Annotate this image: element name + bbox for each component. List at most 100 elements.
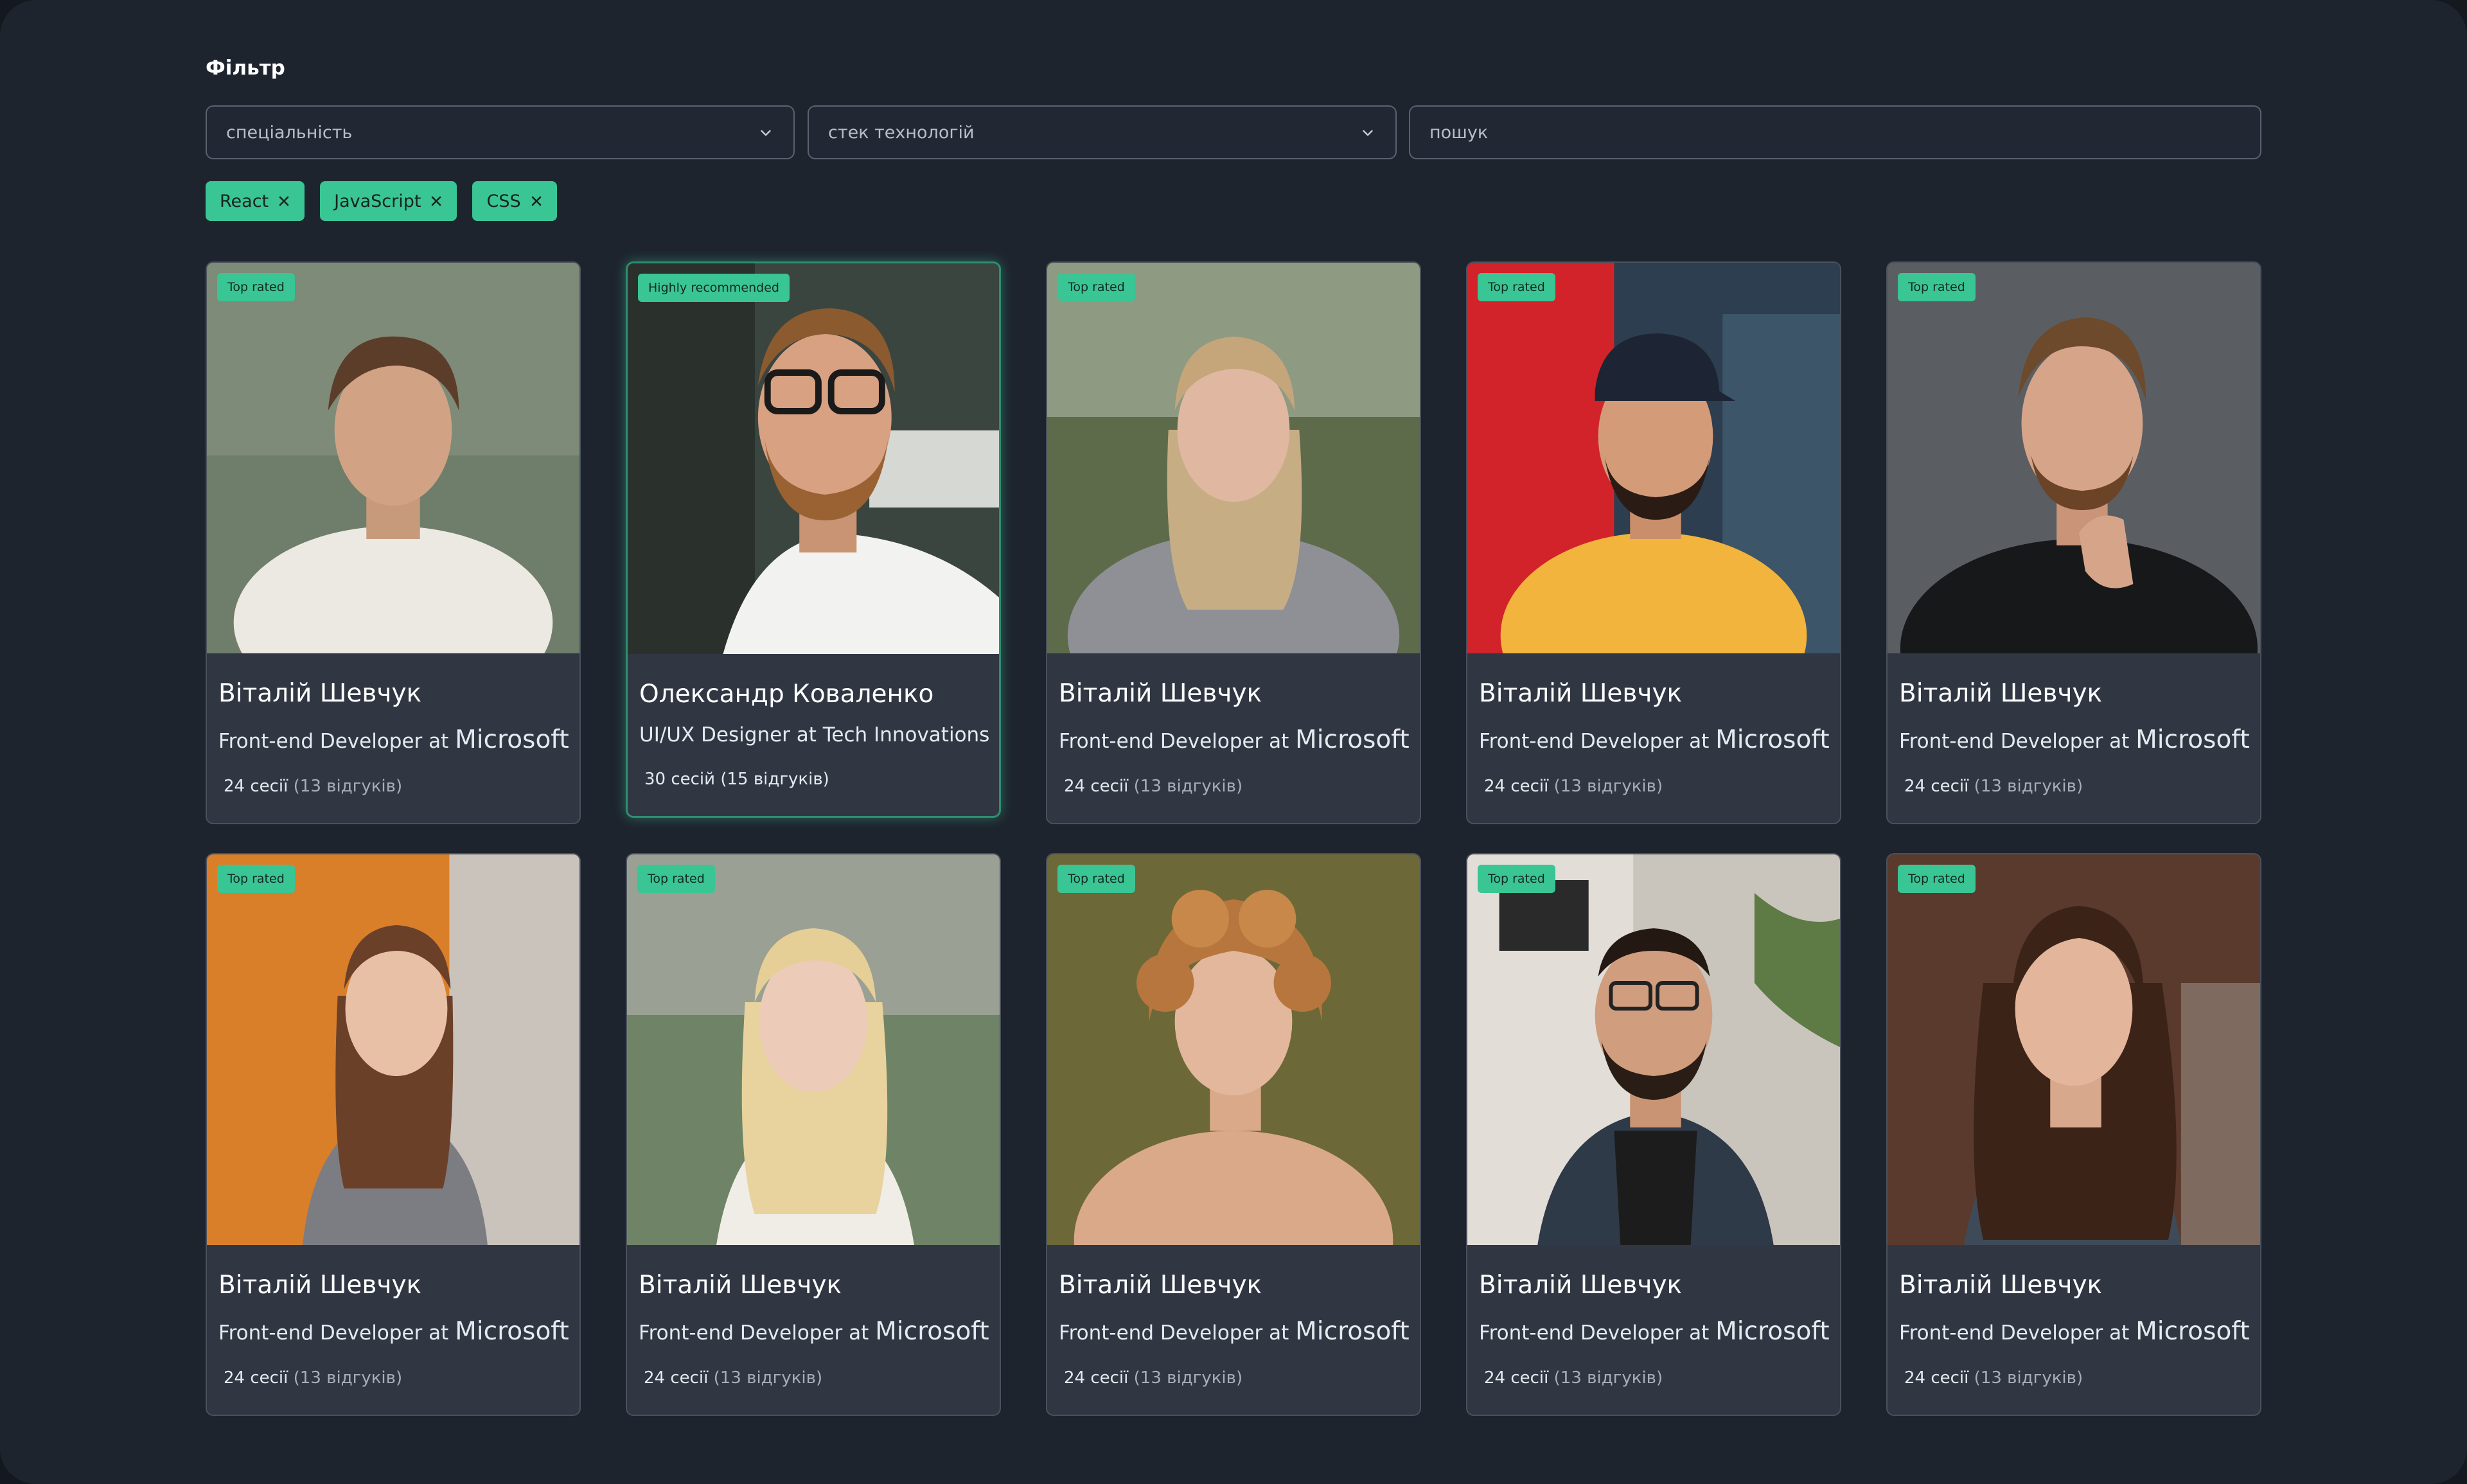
sessions-count: 24 сесії bbox=[1484, 777, 1549, 796]
tech-stack-select[interactable]: стек технологій bbox=[808, 105, 1397, 159]
mentor-card-highlighted[interactable]: Highly recommended Олександр Коваленко U… bbox=[626, 261, 1001, 818]
mentor-role: Front-end Developer at Microsoft bbox=[1479, 1317, 1830, 1346]
mentor-name: Віталій Шевчук bbox=[1479, 1271, 1683, 1300]
mentor-card[interactable]: Top rated Віталій Шевчук Front-end Devel… bbox=[1466, 853, 1841, 1416]
mentor-role-text: Front-end Developer at bbox=[1479, 1321, 1710, 1345]
rating-badge: Top rated bbox=[1898, 865, 1976, 893]
reviews-count: (13 відгуків) bbox=[1553, 1368, 1663, 1388]
close-icon[interactable] bbox=[430, 195, 443, 208]
tag-css[interactable]: CSS bbox=[472, 181, 557, 221]
tag-react[interactable]: React bbox=[206, 181, 305, 221]
chevron-down-icon bbox=[1359, 125, 1376, 141]
mentor-card[interactable]: Top rated Віталій Шевчук Front-end Devel… bbox=[1886, 261, 2261, 824]
mentor-role: Front-end Developer at Microsoft bbox=[1899, 1317, 2250, 1346]
mentor-sessions: 24 сесії (13 відгуків) bbox=[644, 1368, 822, 1388]
mentor-role-text: Front-end Developer at bbox=[1059, 730, 1289, 753]
mentor-sessions: 24 сесії (13 відгуків) bbox=[1904, 777, 2083, 796]
mentor-name: Олександр Коваленко bbox=[639, 680, 934, 709]
mentor-name: Віталій Шевчук bbox=[218, 1271, 422, 1300]
mentor-grid: Top rated Віталій Шевчук Front-end Devel… bbox=[206, 261, 2261, 1416]
mentor-photo bbox=[207, 854, 579, 1245]
mentor-company: Microsoft bbox=[1295, 725, 1410, 754]
reviews-count: (15 відгуків) bbox=[720, 770, 829, 789]
mentor-sessions: 24 сесії (13 відгуків) bbox=[1484, 1368, 1663, 1388]
mentor-card[interactable]: Top rated Віталій Шевчук Front-end Devel… bbox=[206, 261, 581, 824]
rating-badge: Top rated bbox=[1057, 865, 1135, 893]
reviews-count: (13 відгуків) bbox=[1133, 1368, 1243, 1388]
mentor-role: Front-end Developer at Microsoft bbox=[1059, 1317, 1410, 1346]
mentor-sessions: 24 сесії (13 відгуків) bbox=[224, 1368, 402, 1388]
mentor-role-text: Front-end Developer at bbox=[639, 1321, 869, 1345]
reviews-count: (13 відгуків) bbox=[1133, 777, 1243, 796]
mentor-sessions: 30 сесій (15 відгуків) bbox=[644, 770, 829, 789]
mentor-photo bbox=[1467, 263, 1840, 653]
app-window: Фільтр спеціальність стек технологій пош… bbox=[0, 0, 2467, 1484]
mentor-card[interactable]: Top rated Віталій Шевчук Front-end Devel… bbox=[1046, 261, 1421, 824]
rating-badge: Top rated bbox=[217, 865, 295, 893]
mentor-name: Віталій Шевчук bbox=[1899, 1271, 2103, 1300]
rating-badge: Top rated bbox=[1478, 865, 1555, 893]
mentor-photo bbox=[1047, 854, 1420, 1245]
mentor-name: Віталій Шевчук bbox=[1059, 1271, 1262, 1300]
mentor-company: Microsoft bbox=[1715, 725, 1830, 754]
mentor-name: Віталій Шевчук bbox=[1059, 679, 1262, 708]
rating-badge: Top rated bbox=[1478, 273, 1555, 301]
mentor-card[interactable]: Top rated Віталій Шевчук Front-end Devel… bbox=[206, 853, 581, 1416]
close-icon[interactable] bbox=[530, 195, 543, 208]
mentor-role: Front-end Developer at Microsoft bbox=[639, 1317, 989, 1346]
sessions-count: 24 сесії bbox=[1064, 777, 1129, 796]
mentor-card[interactable]: Top rated Віталій Шевчук Front-end Devel… bbox=[1046, 853, 1421, 1416]
mentor-role-text: Front-end Developer at bbox=[1899, 730, 2130, 753]
sessions-count: 24 сесії bbox=[224, 1368, 288, 1388]
mentor-name: Віталій Шевчук bbox=[1479, 679, 1683, 708]
mentor-role: Front-end Developer at Microsoft bbox=[218, 725, 569, 754]
reviews-count: (13 відгуків) bbox=[293, 777, 403, 796]
rating-badge: Top rated bbox=[217, 273, 295, 301]
tag-javascript[interactable]: JavaScript bbox=[320, 181, 457, 221]
sessions-count: 24 сесії bbox=[1064, 1368, 1129, 1388]
tag-label: React bbox=[220, 191, 269, 211]
specialty-select-value: спеціальність bbox=[226, 122, 353, 143]
close-icon[interactable] bbox=[278, 195, 290, 208]
rating-badge: Top rated bbox=[1057, 273, 1135, 301]
tag-label: CSS bbox=[486, 191, 521, 211]
mentor-photo bbox=[628, 263, 999, 654]
mentor-photo bbox=[207, 263, 579, 653]
sessions-count: 30 сесій bbox=[644, 770, 716, 789]
mentor-role-text: Front-end Developer at bbox=[1899, 1321, 2130, 1345]
mentor-company: Microsoft bbox=[2135, 725, 2250, 754]
search-input[interactable]: пошук bbox=[1409, 105, 2261, 159]
sessions-count: 24 сесії bbox=[1904, 1368, 1969, 1388]
mentor-role: Front-end Developer at Microsoft bbox=[218, 1317, 569, 1346]
mentor-role: UI/UX Designer at Tech Innovations bbox=[639, 723, 989, 746]
tech-stack-select-value: стек технологій bbox=[828, 122, 975, 143]
search-input-placeholder: пошук bbox=[1429, 122, 1489, 143]
mentor-sessions: 24 сесії (13 відгуків) bbox=[1064, 1368, 1242, 1388]
mentor-company: Microsoft bbox=[1715, 1317, 1830, 1346]
mentor-company: Microsoft bbox=[1295, 1317, 1410, 1346]
mentor-card[interactable]: Top rated Віталій Шевчук Front-end Devel… bbox=[626, 853, 1001, 1416]
mentor-name: Віталій Шевчук bbox=[1899, 679, 2103, 708]
sessions-count: 24 сесії bbox=[1484, 1368, 1549, 1388]
mentor-card[interactable]: Top rated Віталій Шевчук Front-end Devel… bbox=[1466, 261, 1841, 824]
mentor-company: Microsoft bbox=[455, 725, 569, 754]
mentor-company: Microsoft bbox=[875, 1317, 989, 1346]
mentor-photo bbox=[1467, 854, 1840, 1245]
mentor-role-text: Front-end Developer at bbox=[218, 1321, 449, 1345]
mentor-card[interactable]: Top rated Віталій Шевчук Front-end Devel… bbox=[1886, 853, 2261, 1416]
mentor-name: Віталій Шевчук bbox=[639, 1271, 842, 1300]
mentor-photo bbox=[1888, 854, 2260, 1245]
rating-badge: Top rated bbox=[1898, 273, 1976, 301]
tag-label: JavaScript bbox=[334, 191, 421, 211]
mentor-sessions: 24 сесії (13 відгуків) bbox=[224, 777, 402, 796]
sessions-count: 24 сесії bbox=[644, 1368, 709, 1388]
mentor-sessions: 24 сесії (13 відгуків) bbox=[1064, 777, 1242, 796]
filter-title: Фільтр bbox=[206, 57, 285, 80]
selected-tags: React JavaScript CSS bbox=[206, 181, 557, 221]
mentor-role: Front-end Developer at Microsoft bbox=[1899, 725, 2250, 754]
mentor-role: Front-end Developer at Microsoft bbox=[1479, 725, 1830, 754]
mentor-role-text: Front-end Developer at bbox=[1059, 1321, 1289, 1345]
mentor-company: Microsoft bbox=[455, 1317, 569, 1346]
specialty-select[interactable]: спеціальність bbox=[206, 105, 795, 159]
mentor-role-text: Front-end Developer at bbox=[218, 730, 449, 753]
